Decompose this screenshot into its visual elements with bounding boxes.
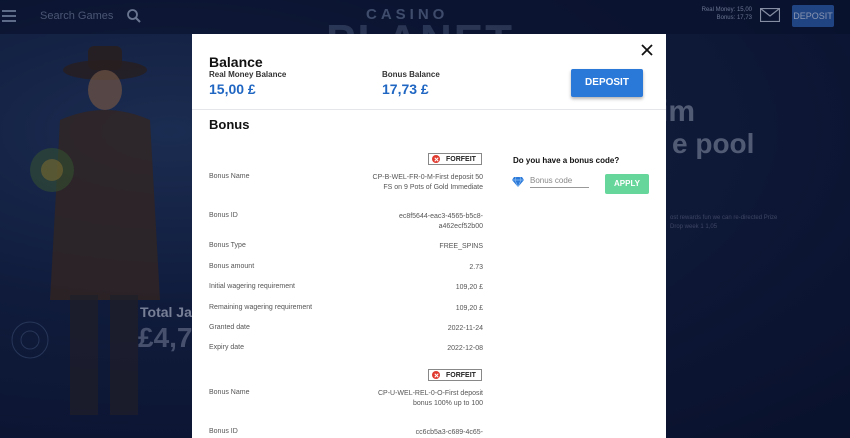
bonus-field-value: CP-U-WEL-REL-0-O-First deposit bonus 100…	[377, 390, 483, 407]
bonus-field-value: 2022-12-08	[447, 345, 483, 352]
bonus-field-label: Bonus ID	[209, 428, 238, 435]
bonus-field-label: Bonus ID	[209, 212, 238, 219]
bonus-code-input[interactable]	[530, 174, 589, 188]
bonus-field-label: Remaining wagering requirement	[209, 304, 313, 311]
divider	[192, 109, 666, 110]
bonus-code-question: Do you have a bonus code?	[513, 156, 620, 165]
bonus-balance-label: Bonus Balance	[382, 70, 440, 79]
bonus-field-value: 2.73	[469, 264, 483, 271]
bonus-field-label: Bonus amount	[209, 263, 255, 270]
balance-modal: Balance Real Money Balance 15,00 £ Bonus…	[192, 34, 666, 438]
real-money-value: 15,00 £	[209, 81, 256, 97]
forfeit-label: FORFEIT	[446, 372, 476, 379]
balance-title: Balance	[209, 54, 263, 70]
diamond-icon	[512, 177, 524, 187]
bonus-field-label: Bonus Type	[209, 242, 246, 249]
x-circle-icon	[432, 155, 440, 163]
bonus-field-value: cc6cb5a3-c689-4c65-	[415, 429, 483, 436]
apply-button[interactable]: APPLY	[605, 174, 649, 194]
bonus-balance: Bonus Balance 17,73 £	[382, 70, 440, 97]
bonus-field-label: Granted date	[209, 324, 250, 331]
bonus-field-value: 109,20 £	[455, 284, 483, 291]
real-money-balance: Real Money Balance 15,00 £	[209, 70, 286, 97]
x-circle-icon	[432, 371, 440, 379]
bonus-section-title: Bonus	[209, 117, 250, 132]
forfeit-label: FORFEIT	[446, 156, 476, 163]
bonus-field-label: Expiry date	[209, 344, 245, 351]
forfeit-button[interactable]: FORFEIT	[428, 153, 482, 165]
bonus-field-value: 2022-11-24	[447, 325, 483, 332]
bonus-field-value: 109,20 £	[455, 305, 483, 312]
bonus-field-value: ec8f5644-eac3-4565-b5c8-a462ecf52b00	[398, 213, 483, 230]
bonus-field-label: Bonus Name	[209, 389, 250, 396]
bonus-field-value: CP-B-WEL-FR-0-M-First deposit 50 FS on 9…	[372, 174, 483, 191]
forfeit-button[interactable]: FORFEIT	[428, 369, 482, 381]
bonus-field-label: Bonus Name	[209, 173, 250, 180]
bonus-balance-value: 17,73 £	[382, 81, 429, 97]
bonus-field-label: Initial wagering requirement	[209, 283, 295, 290]
close-icon[interactable]	[640, 43, 654, 57]
deposit-button[interactable]: DEPOSIT	[571, 69, 643, 97]
bonus-field-value: FREE_SPINS	[439, 243, 483, 250]
real-money-label: Real Money Balance	[209, 70, 287, 79]
